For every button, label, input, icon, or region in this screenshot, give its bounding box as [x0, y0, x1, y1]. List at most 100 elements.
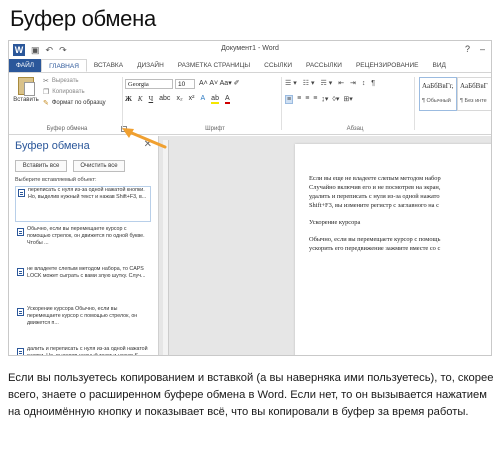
doc-line: ускорить его передвижение зажмите вместе…	[309, 245, 441, 252]
paste-all-button[interactable]: Вставить все	[15, 160, 67, 172]
help-icon[interactable]: ?	[465, 44, 470, 54]
font-size-tools[interactable]: A˄ A˅ Aa▾ ✐	[199, 79, 240, 87]
clipboard-group-label: Буфер обмена	[46, 126, 88, 132]
style-name: ¶ Обычный	[422, 98, 451, 104]
paragraph-group-label: Абзац	[346, 126, 364, 132]
scissors-icon: ✂	[43, 78, 49, 85]
borders-icon[interactable]: ⊞▾	[343, 95, 352, 104]
style-normal[interactable]: АаБбВвГг, ¶ Обычный	[419, 77, 457, 111]
format-painter-button[interactable]: ✎ Формат по образцу	[43, 99, 106, 107]
highlight-icon[interactable]: ab	[211, 95, 219, 104]
orange-arrow-icon	[122, 128, 167, 149]
clipboard-item[interactable]: не владеете слепым методом набора, то CA…	[15, 266, 151, 302]
align-left-icon[interactable]: ≡	[285, 95, 294, 104]
clipboard-item-text: Обычно, если вы перемещаете курсор с пом…	[27, 226, 145, 246]
brush-icon: ✎	[43, 100, 49, 107]
cut-button[interactable]: ✂ Вырезать	[43, 77, 79, 85]
document-text[interactable]: Если вы еще не владеете слепым методом н…	[309, 174, 491, 253]
clipboard-item[interactable]: далить и переписать с нуля из-за одной н…	[15, 346, 151, 356]
clipboard-item[interactable]: Обычно, если вы перемещаете курсор с пом…	[15, 226, 151, 262]
page-heading: Буфер обмена	[10, 6, 156, 31]
shading-icon[interactable]: ◊▾	[332, 95, 339, 104]
copy-label: Копировать	[52, 89, 85, 95]
style-name: ¶ Без инте	[460, 98, 487, 104]
font-size-select[interactable]: 10	[175, 79, 195, 89]
paste-icon	[18, 77, 35, 96]
group-divider	[281, 77, 282, 130]
tab-page-layout[interactable]: РАЗМЕТКА СТРАНИЦЫ	[171, 59, 257, 72]
doc-line: Shift+F3, вы измените регистр с заглавно…	[309, 202, 439, 209]
tab-insert[interactable]: ВСТАВКА	[87, 59, 130, 72]
format-toolbar: Ж К Ч abc x₂ x² A ab A	[125, 95, 230, 104]
minimize-icon[interactable]: –	[480, 44, 485, 54]
tab-references[interactable]: ССЫЛКИ	[257, 59, 299, 72]
doc-blank-line	[309, 227, 491, 235]
clipboard-hint: Выберите вставляемый объект:	[15, 177, 97, 183]
clipboard-item-text: переписать с нуля из-за одной нажатой кн…	[28, 187, 147, 200]
style-sample: АаБбВвГ	[460, 82, 488, 90]
vertical-ruler	[163, 140, 169, 355]
tab-review[interactable]: РЕЦЕНЗИРОВАНИЕ	[349, 59, 426, 72]
tab-home[interactable]: ГЛАВНАЯ	[41, 59, 87, 72]
title-bar: W ▣ ↶ ↷ Документ1 - Word ? –	[9, 41, 491, 59]
group-divider	[122, 77, 123, 130]
align-center-icon[interactable]: ≡	[297, 95, 301, 104]
underline-icon[interactable]: Ч	[149, 95, 154, 104]
format-painter-label: Формат по образцу	[51, 100, 106, 106]
document-icon	[17, 228, 24, 236]
style-no-spacing[interactable]: АаБбВвГ ¶ Без инте	[457, 77, 491, 111]
line-spacing-icon[interactable]: ↨▾	[321, 95, 328, 104]
doc-heading: Ускорение курсора	[309, 219, 361, 226]
tab-design[interactable]: ДИЗАЙН	[130, 59, 171, 72]
article-caption: Если вы пользуетесь копированием и встав…	[8, 372, 494, 418]
clipboard-pane-title: Буфер обмена	[15, 140, 90, 152]
tab-mailings[interactable]: РАССЫЛКИ	[299, 59, 349, 72]
doc-line: Если вы еще не владеете слепым методом н…	[309, 175, 441, 182]
clipboard-item[interactable]: Ускорение курсора Обычно, если вы переме…	[15, 306, 151, 342]
paste-button[interactable]: Вставить	[13, 77, 39, 111]
styles-gallery: АаБбВвГг, ¶ Обычный АаБбВвГ ¶ Без инте	[419, 77, 491, 111]
paste-label: Вставить	[13, 97, 39, 103]
subscript-icon[interactable]: x₂	[176, 95, 182, 104]
style-sample: АаБбВвГг,	[422, 82, 454, 90]
document-title: Документ1 - Word	[221, 45, 279, 52]
tab-view[interactable]: ВИД	[425, 59, 452, 72]
document-icon	[17, 268, 24, 276]
bold-icon[interactable]: Ж	[125, 95, 132, 104]
doc-line: Обычно, если вы перемещаете курсор с пом…	[309, 236, 441, 243]
cut-label: Вырезать	[51, 78, 79, 84]
document-icon	[18, 189, 25, 197]
align-right-icon[interactable]: ≡	[305, 95, 309, 104]
ribbon: Вставить ✂ Вырезать ❐ Копировать ✎ Форма…	[9, 73, 491, 135]
list-tools[interactable]: ☰▾ ☷▾ ☴▾ ⇤ ⇥ ↕ ¶	[285, 79, 377, 87]
italic-icon[interactable]: К	[138, 95, 143, 104]
copy-icon: ❐	[43, 89, 50, 96]
document-area: Если вы еще не владеете слепым методом н…	[159, 136, 491, 355]
text-effects-icon[interactable]: A	[201, 95, 206, 104]
alignment-tools: ≡ ≡ ≡ ≡ ↨▾ ◊▾ ⊞▾	[285, 95, 353, 104]
clipboard-items: переписать с нуля из-за одной нажатой кн…	[15, 186, 151, 356]
copy-button[interactable]: ❐ Копировать	[43, 88, 85, 96]
font-name-select[interactable]: Georgia	[125, 79, 173, 89]
document-icon	[17, 348, 24, 355]
document-page[interactable]: Если вы еще не владеете слепым методом н…	[295, 144, 491, 355]
word-screenshot: W ▣ ↶ ↷ Документ1 - Word ? – ФАЙЛ ГЛАВНА…	[8, 40, 492, 356]
doc-blank-line	[309, 210, 491, 218]
superscript-icon[interactable]: x²	[189, 95, 195, 104]
strikethrough-icon[interactable]: abc	[159, 95, 170, 104]
clipboard-item-text: Ускорение курсора Обычно, если вы переме…	[27, 306, 138, 326]
ribbon-tabs: ФАЙЛ ГЛАВНАЯ ВСТАВКА ДИЗАЙН РАЗМЕТКА СТР…	[9, 59, 491, 73]
tab-file[interactable]: ФАЙЛ	[9, 59, 42, 72]
font-color-icon[interactable]: A	[224, 95, 230, 104]
clear-all-button[interactable]: Очистить все	[73, 160, 125, 172]
clipboard-item-text: не владеете слепым методом набора, то CA…	[27, 266, 146, 279]
clipboard-item[interactable]: переписать с нуля из-за одной нажатой кн…	[15, 186, 151, 222]
justify-icon[interactable]: ≡	[313, 95, 317, 104]
clipboard-item-text: далить и переписать с нуля из-за одной н…	[27, 346, 148, 356]
font-group-label: Шрифт	[205, 126, 225, 132]
clipboard-pane: Буфер обмена ✕ Вставить все Очистить все…	[9, 136, 159, 356]
doc-line: Случайно включив его и не посмотрев на э…	[309, 184, 441, 191]
window-controls: ? –	[465, 44, 485, 54]
group-divider	[414, 77, 415, 130]
document-icon	[17, 308, 24, 316]
